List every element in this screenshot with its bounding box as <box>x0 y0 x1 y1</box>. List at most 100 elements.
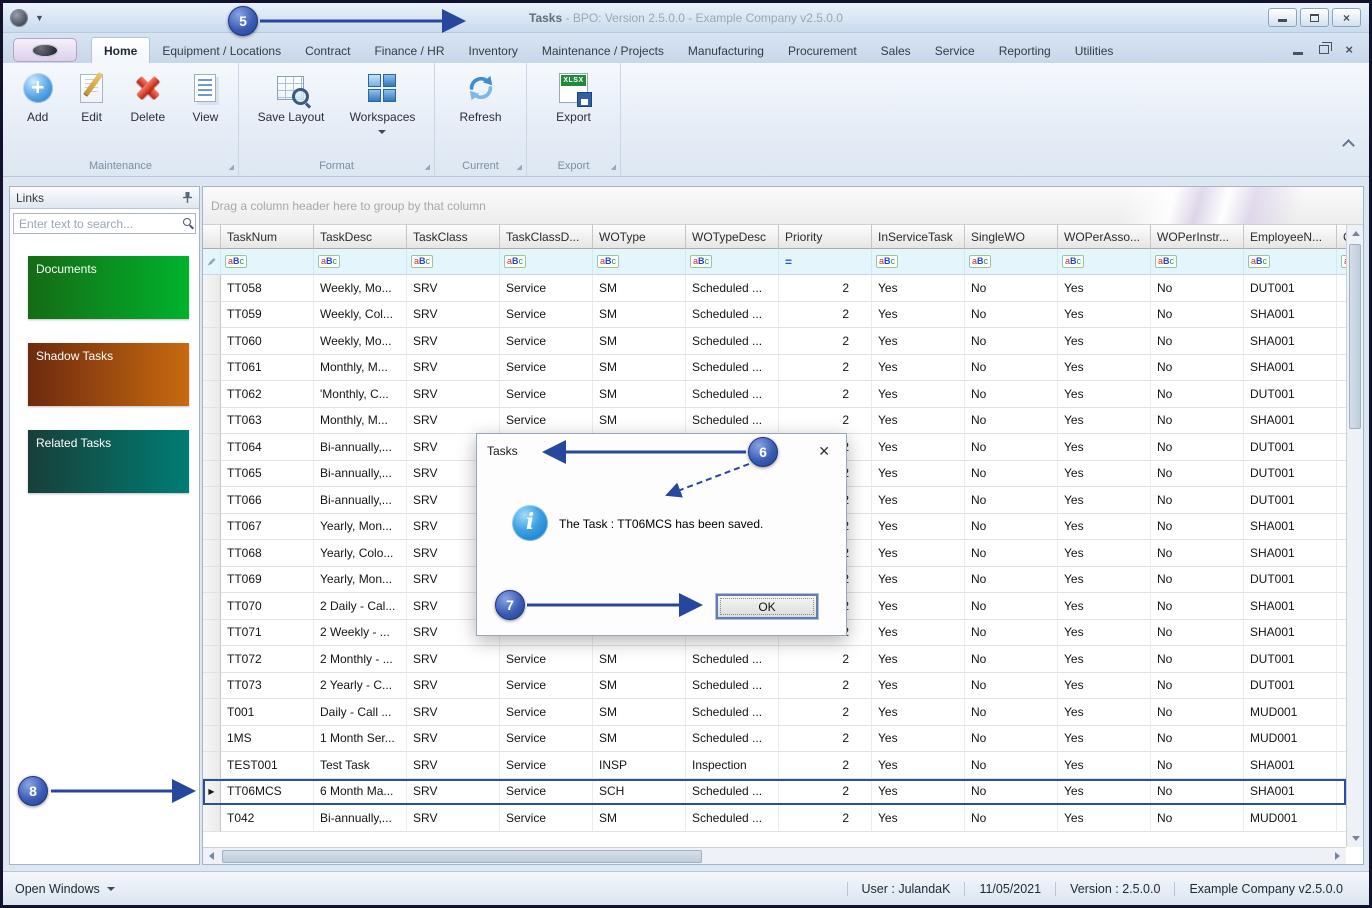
cell-woperinstr[interactable]: No <box>1151 408 1244 435</box>
cell-taskclass[interactable]: SRV <box>407 302 500 329</box>
filter-cell[interactable]: aBc <box>221 249 314 275</box>
group-dialog-launcher-icon[interactable]: ◢ <box>611 164 616 171</box>
cell-employeen[interactable]: SHA001 <box>1244 752 1337 779</box>
tab-manufacturing[interactable]: Manufacturing <box>676 38 776 63</box>
cell-priority[interactable]: 2 <box>779 302 872 329</box>
tab-service[interactable]: Service <box>923 38 987 63</box>
grid-row-tt063[interactable]: TT063Monthly, M...SRVServiceSMScheduled … <box>203 408 1346 435</box>
filter-cell[interactable]: aBc <box>686 249 779 275</box>
cell-woperasso[interactable]: Yes <box>1058 752 1151 779</box>
tab-reporting[interactable]: Reporting <box>987 38 1063 63</box>
cell-tasknum[interactable]: TT067 <box>221 514 314 541</box>
cell-woperasso[interactable]: Yes <box>1058 593 1151 620</box>
cell-taskdesc[interactable]: Test Task <box>314 752 407 779</box>
cell-inservicetask[interactable]: Yes <box>872 673 965 700</box>
filter-cell[interactable]: aBc <box>965 249 1058 275</box>
cell-singlewo[interactable]: No <box>965 567 1058 594</box>
cell-woperasso[interactable]: Yes <box>1058 461 1151 488</box>
scroll-left-icon[interactable] <box>203 848 220 865</box>
cell-cre[interactable] <box>1337 355 1346 382</box>
filter-cell[interactable]: = <box>779 249 872 275</box>
cell-priority[interactable]: 2 <box>779 726 872 753</box>
cell-inservicetask[interactable]: Yes <box>872 779 965 806</box>
cell-cre[interactable] <box>1337 514 1346 541</box>
cell-tasknum[interactable]: TT063 <box>221 408 314 435</box>
cell-wotypedesc[interactable]: Scheduled ... <box>686 805 779 832</box>
cell-priority[interactable]: 2 <box>779 275 872 302</box>
cell-wotype[interactable]: SM <box>593 726 686 753</box>
cell-inservicetask[interactable]: Yes <box>872 408 965 435</box>
grid-row-tt062[interactable]: TT062'Monthly, C...SRVServiceSMScheduled… <box>203 381 1346 408</box>
ok-button[interactable]: OK <box>716 594 818 619</box>
cell-cre[interactable] <box>1337 461 1346 488</box>
cell-taskclass[interactable]: SRV <box>407 779 500 806</box>
column-header-woperinstr[interactable]: WOPerInstr... <box>1151 225 1244 249</box>
scroll-down-icon[interactable] <box>1347 830 1364 847</box>
scroll-right-icon[interactable] <box>1329 848 1346 865</box>
grid-row-t001[interactable]: T001Daily - Call ...SRVServiceSMSchedule… <box>203 699 1346 726</box>
cell-wotype[interactable]: SM <box>593 328 686 355</box>
cell-woperinstr[interactable]: No <box>1151 302 1244 329</box>
cell-taskclassd[interactable]: Service <box>500 275 593 302</box>
cell-inservicetask[interactable]: Yes <box>872 461 965 488</box>
cell-wotypedesc[interactable]: Scheduled ... <box>686 726 779 753</box>
cell-woperasso[interactable]: Yes <box>1058 779 1151 806</box>
cell-singlewo[interactable]: No <box>965 275 1058 302</box>
tab-equipment-locations[interactable]: Equipment / Locations <box>150 38 293 63</box>
cell-taskdesc[interactable]: Weekly, Mo... <box>314 275 407 302</box>
column-header-cre[interactable]: Cre... <box>1337 225 1346 249</box>
cell-taskclass[interactable]: SRV <box>407 646 500 673</box>
cell-woperinstr[interactable]: No <box>1151 805 1244 832</box>
cell-priority[interactable]: 2 <box>779 328 872 355</box>
cell-tasknum[interactable]: 1MS <box>221 726 314 753</box>
cell-tasknum[interactable]: TT071 <box>221 620 314 647</box>
cell-priority[interactable]: 2 <box>779 805 872 832</box>
cell-taskclassd[interactable]: Service <box>500 699 593 726</box>
cell-inservicetask[interactable]: Yes <box>872 434 965 461</box>
cell-inservicetask[interactable]: Yes <box>872 805 965 832</box>
cell-wotypedesc[interactable]: Scheduled ... <box>686 646 779 673</box>
cell-taskclassd[interactable]: Service <box>500 355 593 382</box>
cell-woperinstr[interactable]: No <box>1151 593 1244 620</box>
mdi-minimize-icon[interactable] <box>1293 52 1303 55</box>
cell-woperinstr[interactable]: No <box>1151 540 1244 567</box>
cell-cre[interactable] <box>1337 540 1346 567</box>
cell-woperasso[interactable]: Yes <box>1058 408 1151 435</box>
column-header-taskdesc[interactable]: TaskDesc <box>314 225 407 249</box>
cell-singlewo[interactable]: No <box>965 673 1058 700</box>
cell-taskdesc[interactable]: Yearly, Mon... <box>314 514 407 541</box>
cell-singlewo[interactable]: No <box>965 593 1058 620</box>
cell-wotypedesc[interactable]: Inspection <box>686 752 779 779</box>
application-button[interactable] <box>13 38 77 62</box>
cell-employeen[interactable]: SHA001 <box>1244 302 1337 329</box>
column-header-woperasso[interactable]: WOPerAsso... <box>1058 225 1151 249</box>
column-header-priority[interactable]: Priority <box>779 225 872 249</box>
cell-cre[interactable] <box>1337 779 1346 806</box>
cell-employeen[interactable]: SHA001 <box>1244 620 1337 647</box>
cell-inservicetask[interactable]: Yes <box>872 487 965 514</box>
cell-woperinstr[interactable]: No <box>1151 355 1244 382</box>
cell-employeen[interactable]: SHA001 <box>1244 514 1337 541</box>
tab-contract[interactable]: Contract <box>293 38 362 63</box>
export-button[interactable]: XLSX Export <box>550 70 597 126</box>
cell-woperasso[interactable]: Yes <box>1058 567 1151 594</box>
cell-inservicetask[interactable]: Yes <box>872 620 965 647</box>
cell-priority[interactable]: 2 <box>779 381 872 408</box>
cell-wotype[interactable]: SM <box>593 275 686 302</box>
cell-taskclassd[interactable]: Service <box>500 646 593 673</box>
cell-taskdesc[interactable]: 2 Weekly - ... <box>314 620 407 647</box>
cell-inservicetask[interactable]: Yes <box>872 328 965 355</box>
grid-row-tt072[interactable]: TT0722 Monthly - ...SRVServiceSMSchedule… <box>203 646 1346 673</box>
cell-singlewo[interactable]: No <box>965 779 1058 806</box>
cell-woperasso[interactable]: Yes <box>1058 328 1151 355</box>
cell-employeen[interactable]: SHA001 <box>1244 593 1337 620</box>
tab-procurement[interactable]: Procurement <box>776 38 869 63</box>
horizontal-scroll-thumb[interactable] <box>222 850 702 863</box>
filter-cell[interactable]: aBc <box>593 249 686 275</box>
cell-taskdesc[interactable]: 2 Monthly - ... <box>314 646 407 673</box>
group-dialog-launcher-icon[interactable]: ◢ <box>425 164 430 171</box>
cell-singlewo[interactable]: No <box>965 355 1058 382</box>
cell-tasknum[interactable]: TT059 <box>221 302 314 329</box>
column-header-employeen[interactable]: EmployeeN... <box>1244 225 1337 249</box>
cell-taskclassd[interactable]: Service <box>500 328 593 355</box>
